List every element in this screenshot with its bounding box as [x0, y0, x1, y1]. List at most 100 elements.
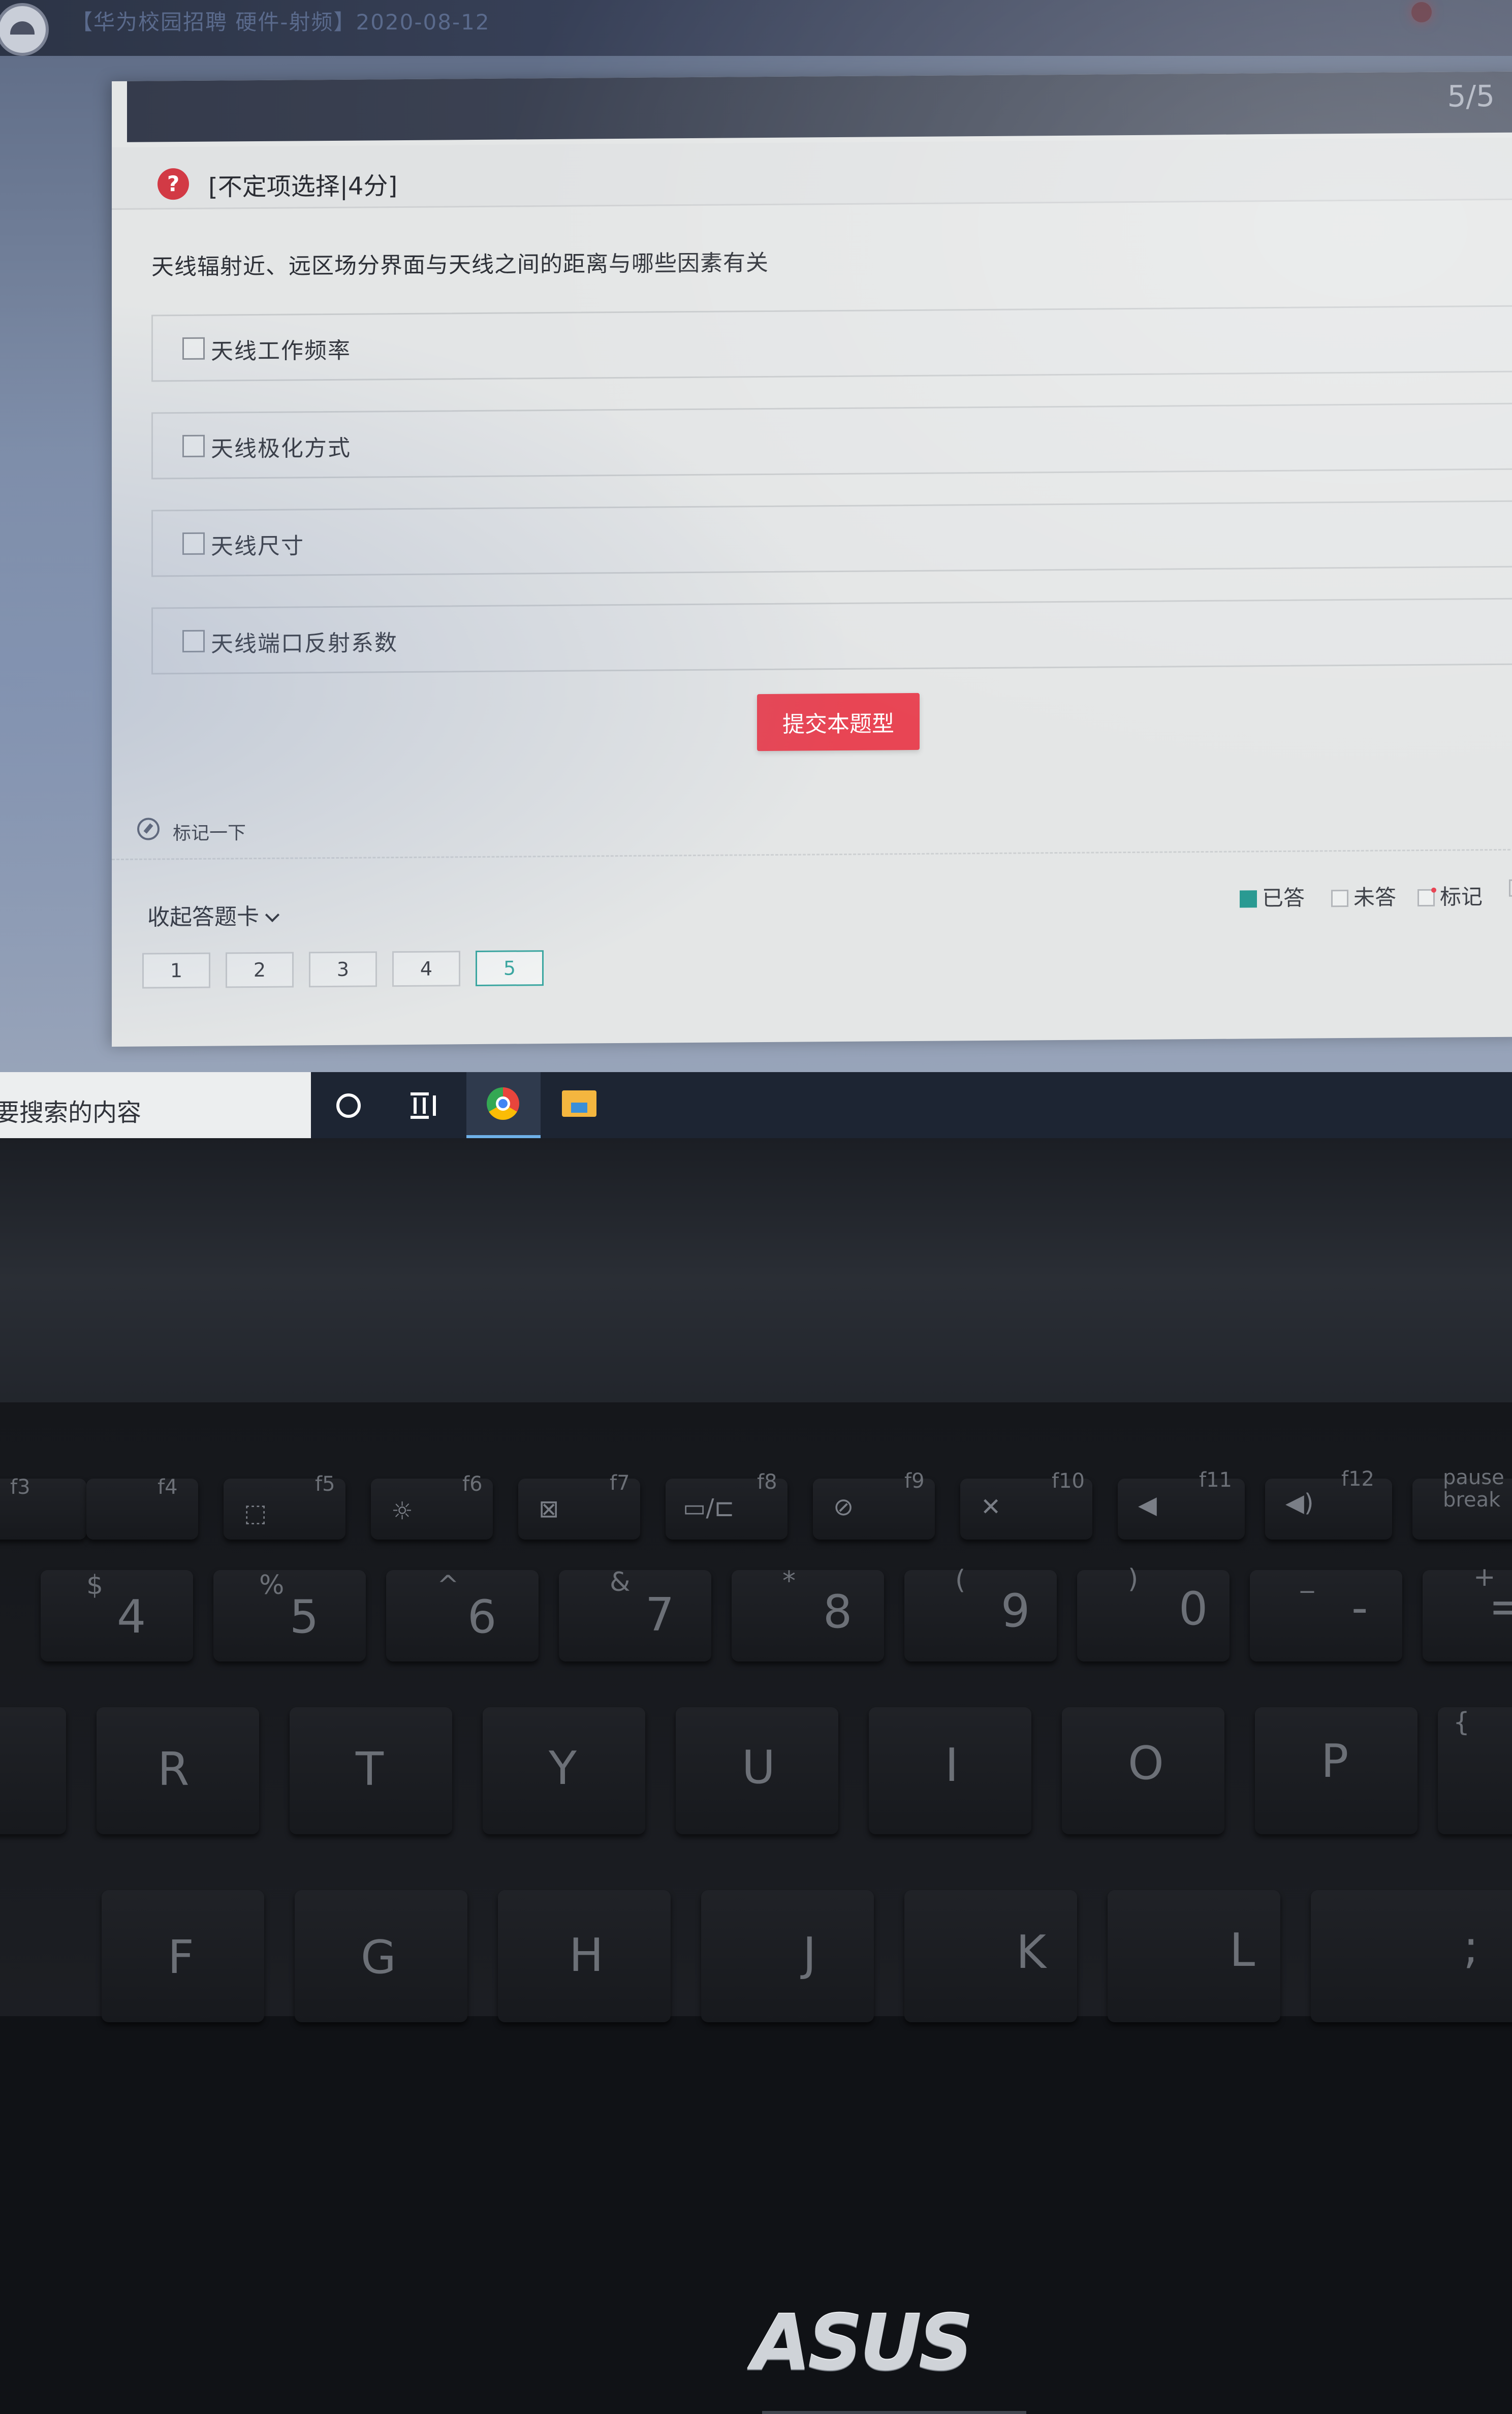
touchpad-toggle-icon: ⊘: [833, 1493, 854, 1521]
key-f4[interactable]: f4: [86, 1476, 198, 1540]
legend-marked-label: 标记: [1440, 884, 1483, 910]
legend-unanswered-label: 未答: [1353, 885, 1397, 910]
key-6[interactable]: ^ 6: [386, 1570, 539, 1661]
task-view-icon[interactable]: [411, 1092, 439, 1119]
option-4[interactable]: 天线端口反射系数: [151, 598, 1512, 675]
key-f3[interactable]: f3: [0, 1476, 86, 1540]
option-2[interactable]: 天线极化方式: [151, 402, 1512, 480]
key-equals[interactable]: + =: [1423, 1562, 1512, 1661]
key-j[interactable]: J: [701, 1890, 874, 2022]
question-icon: ?: [158, 168, 189, 200]
chevron-down-icon: [265, 907, 280, 922]
legend-answered: 已答: [1240, 881, 1305, 913]
question-progress: 5/5: [1447, 78, 1495, 114]
key-f5[interactable]: f5 ⬚: [224, 1472, 345, 1540]
key-9[interactable]: (9: [904, 1565, 1057, 1661]
collapse-answer-card-label: 收起答题卡: [147, 903, 259, 931]
keyboard-backlight-down-icon: ⬚: [244, 1499, 267, 1527]
key-h[interactable]: H: [498, 1890, 671, 2022]
legend-extra-swatch-icon: [1509, 879, 1512, 897]
key-f9[interactable]: f9 ⊘: [813, 1469, 935, 1540]
option-label: 天线极化方式: [211, 435, 351, 462]
key-7[interactable]: & 7: [559, 1567, 711, 1661]
option-1[interactable]: 天线工作频率: [151, 305, 1512, 382]
question-type: [不定项选择|4分]: [208, 172, 398, 202]
key-f7[interactable]: f7 ⊠: [518, 1471, 640, 1540]
key-g[interactable]: G: [295, 1890, 467, 2022]
answer-legend: 已答 未答 标记: [1240, 879, 1512, 913]
key-f6[interactable]: f6 ☼: [371, 1472, 493, 1540]
legend-answered-label: 已答: [1262, 885, 1305, 911]
volume-down-icon: ◀: [1138, 1491, 1157, 1519]
key-r[interactable]: R: [97, 1707, 259, 1834]
compass-icon: [137, 818, 160, 840]
search-placeholder: 要搜索的内容: [0, 1099, 142, 1127]
key-5[interactable]: % 5: [213, 1570, 366, 1661]
option-3[interactable]: 天线尺寸: [151, 500, 1512, 577]
key-f8[interactable]: f8 ▭/⊏: [666, 1470, 788, 1540]
key-semicolon[interactable]: ;: [1311, 1890, 1512, 2022]
key-f12[interactable]: f12 ◀): [1265, 1467, 1392, 1540]
question-number-button[interactable]: 4: [392, 951, 460, 987]
browser-titlebar: 【华为校园招聘 硬件-射频】2020-08-12: [0, 0, 1512, 56]
asus-logo: ASUS: [752, 2299, 973, 2388]
huawei-logo-icon: [0, 3, 49, 56]
option-label: 天线工作频率: [211, 337, 351, 365]
marked-swatch-icon: [1418, 889, 1435, 907]
exam-header: 5/5: [127, 71, 1512, 142]
option-checkbox[interactable]: [182, 337, 205, 360]
option-checkbox[interactable]: [182, 630, 205, 653]
record-indicator-icon: [1411, 2, 1432, 22]
key-f11[interactable]: f11 ◀: [1118, 1468, 1245, 1540]
key-minus[interactable]: _ -: [1250, 1563, 1402, 1661]
legend-marked: 标记: [1418, 880, 1483, 911]
legend-unanswered: 未答: [1331, 880, 1396, 912]
laptop-keyboard: f3 f4 f5 ⬚ f6 ☼ f7 ⊠ f8 ▭/⊏ f9 ⊘ f10 ✕ f11 ◀ f1…: [0, 1402, 1512, 2022]
option-label: 天线尺寸: [211, 533, 304, 560]
answered-swatch-icon: [1240, 890, 1257, 908]
key-p[interactable]: P: [1255, 1707, 1418, 1834]
taskbar-search-box[interactable]: 要搜索的内容: [0, 1072, 311, 1138]
chrome-taskbar-item[interactable]: [466, 1072, 541, 1138]
volume-up-icon: ◀): [1285, 1489, 1314, 1517]
section-divider: [112, 849, 1512, 860]
question-number-button[interactable]: 1: [142, 952, 210, 989]
key-y[interactable]: Y: [483, 1707, 645, 1834]
key-u[interactable]: U: [676, 1707, 838, 1834]
key-brace[interactable]: {: [1438, 1707, 1512, 1834]
key-t[interactable]: T: [290, 1707, 452, 1834]
display-off-icon: ⊠: [539, 1495, 559, 1523]
key-pause-break[interactable]: pause break: [1412, 1466, 1512, 1540]
cortana-icon[interactable]: [336, 1093, 361, 1118]
key-i[interactable]: I: [869, 1707, 1031, 1834]
unanswered-swatch-icon: [1331, 890, 1348, 907]
mute-icon: ✕: [981, 1493, 1001, 1521]
key-k[interactable]: K: [904, 1890, 1077, 2022]
key-f[interactable]: F: [102, 1890, 264, 2022]
question-header: ? [不定项选择|4分]: [112, 137, 1512, 210]
collapse-answer-card-button[interactable]: 收起答题卡: [147, 898, 280, 932]
laptop-screen: 【华为校园招聘 硬件-射频】2020-08-12 5/5 ? [不定项选择|4分…: [0, 0, 1512, 1138]
question-number-button-current[interactable]: 5: [476, 950, 544, 987]
keyboard-backlight-up-icon: ☼: [391, 1497, 414, 1525]
hinge-line: [762, 2411, 1026, 2414]
chrome-icon: [487, 1087, 519, 1120]
option-checkbox[interactable]: [182, 532, 205, 555]
key-4[interactable]: $4: [41, 1570, 193, 1661]
key-l[interactable]: L: [1108, 1890, 1280, 2022]
projector-icon: ▭/⊏: [683, 1494, 735, 1522]
exam-panel: 5/5 ? [不定项选择|4分] 天线辐射近、远区场分界面与天线之间的距离与哪些…: [112, 71, 1512, 1047]
key-0[interactable]: ) 0: [1077, 1564, 1230, 1661]
submit-section-button[interactable]: 提交本题型: [757, 693, 920, 751]
key-o[interactable]: O: [1062, 1707, 1224, 1834]
question-number-button[interactable]: 3: [309, 951, 377, 988]
option-checkbox[interactable]: [182, 434, 205, 458]
mark-label: 标记一下: [173, 823, 246, 844]
file-explorer-icon[interactable]: [562, 1090, 596, 1117]
question-number-button[interactable]: 2: [226, 952, 294, 988]
key-f10[interactable]: f10 ✕: [960, 1469, 1092, 1540]
key-e[interactable]: [0, 1707, 66, 1834]
key-8[interactable]: * 8: [732, 1566, 884, 1661]
question-text: 天线辐射近、远区场分界面与天线之间的距离与哪些因素有关: [151, 249, 769, 280]
window-title: 【华为校园招聘 硬件-射频】2020-08-12: [71, 10, 490, 35]
